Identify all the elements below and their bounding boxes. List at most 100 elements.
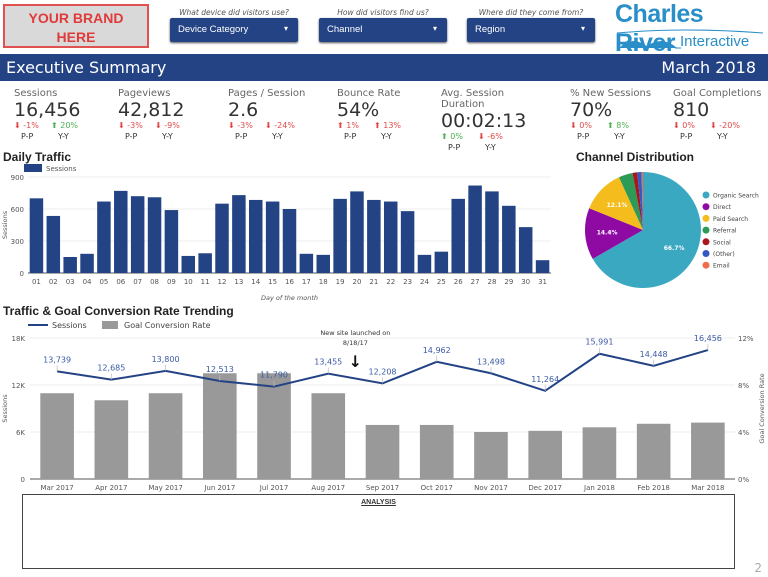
sessions-data-label: 16,456: [694, 334, 722, 343]
arrow-down-icon: ⬇: [673, 121, 680, 130]
bar-day-26: [451, 198, 465, 273]
channel-value: Channel: [327, 24, 363, 35]
bar-day-05: [97, 201, 111, 273]
kpi-pp-change: ⬆ 1%: [337, 121, 374, 130]
y2-tick-label: 4%: [738, 429, 749, 437]
x-tick-label: 23: [403, 278, 412, 286]
legend-marker-icon: [702, 250, 710, 257]
y-tick-label: 900: [11, 174, 24, 182]
kpi-value: 54%: [337, 99, 380, 121]
kpi-bounce-rate: Bounce Rate 54% ⬆ 1% ⬆ 13% P-P Y-Y: [337, 88, 442, 141]
legend-label: Paid Search: [713, 216, 748, 223]
bar-day-22: [383, 201, 398, 273]
kpi-yy-change: ⬇ -24%: [265, 121, 302, 130]
y-axis-title: Sessions: [1, 394, 9, 423]
x-tick-label: 11: [201, 278, 210, 286]
sessions-data-label: 13,455: [314, 358, 342, 367]
bar-day-29: [502, 205, 516, 273]
region-filter-question: Where did they come from?: [478, 8, 584, 17]
brand-placeholder: YOUR BRAND HERE: [3, 4, 149, 48]
x-tick-label: 03: [66, 278, 75, 286]
yy-label: Y-Y: [162, 132, 173, 141]
legend-label-sessions: Sessions: [46, 165, 77, 173]
brand-line-2: HERE: [56, 29, 96, 45]
x-tick-label: 01: [32, 278, 41, 286]
x-tick-label: 08: [150, 278, 159, 286]
y2-tick-label: 8%: [738, 382, 749, 390]
kpi-pageviews: Pageviews 42,812 ⬇ -3% ⬇ -9% P-P Y-Y: [118, 88, 223, 141]
bar-conversion-nov-2017: [474, 432, 508, 479]
pp-label: P-P: [125, 132, 138, 141]
x-tick-label: Feb 2018: [637, 484, 669, 492]
y-tick-label: 300: [11, 238, 24, 246]
bar-day-16: [282, 209, 297, 273]
x-tick-label: Jun 2017: [203, 484, 235, 492]
annotation-text: New site launched on: [320, 329, 390, 337]
pp-label: P-P: [448, 143, 461, 152]
y-tick-label: 6K: [16, 429, 25, 437]
yy-label: Y-Y: [614, 132, 625, 141]
sessions-data-label: 13,739: [43, 355, 71, 364]
kpi-value: 16,456: [14, 99, 81, 121]
bar-day-02: [46, 215, 61, 273]
x-tick-label: May 2017: [148, 484, 183, 492]
bar-day-28: [485, 191, 499, 273]
logo-subtitle: Interactive: [680, 33, 750, 50]
pie-slice-label: 66.7%: [664, 245, 685, 252]
kpi-value: 2.6: [228, 99, 259, 121]
x-tick-label: 15: [268, 278, 277, 286]
bar-day-17: [299, 253, 314, 273]
y-tick-label: 600: [11, 206, 24, 214]
analysis-box[interactable]: ANALYSIS: [22, 494, 735, 569]
kpi-pp-value: 1%: [346, 121, 359, 130]
arrow-up-icon: ⬆: [374, 121, 381, 130]
device-category-dropdown[interactable]: Device Category ▾: [170, 18, 298, 42]
kpi-yy-value: 13%: [383, 121, 402, 130]
arrow-down-icon: ⬇: [570, 121, 577, 130]
bar-conversion-jan-2018: [582, 427, 617, 479]
kpi-label: % New Sessions: [570, 88, 652, 99]
y-axis-title: Sessions: [1, 210, 9, 239]
x-tick-label: 16: [285, 278, 294, 286]
kpi-label: Pages / Session: [228, 88, 306, 99]
arrow-up-icon: ⬆: [51, 121, 58, 130]
bar-day-20: [350, 191, 364, 273]
x-tick-label: 29: [504, 278, 513, 286]
report-date: March 2018: [661, 58, 756, 77]
device-category-value: Device Category: [178, 24, 249, 35]
legend-label: Direct: [713, 204, 732, 211]
bar-conversion-mar-2018: [691, 422, 725, 479]
channel-dropdown[interactable]: Channel ▾: [319, 18, 447, 42]
chevron-down-icon: ▾: [432, 24, 437, 33]
bar-conversion-aug-2017: [311, 393, 346, 479]
bar-day-04: [80, 253, 94, 273]
yy-label: Y-Y: [58, 132, 69, 141]
analysis-heading: ANALYSIS: [361, 499, 396, 506]
yy-label: Y-Y: [272, 132, 283, 141]
legend-label: (Other): [713, 251, 735, 258]
kpi-yy-value: 20%: [60, 121, 79, 130]
kpi-pp-change: ⬇ 0%: [673, 121, 710, 130]
yy-label: Y-Y: [381, 132, 392, 141]
kpi-yy-value: -9%: [164, 121, 180, 130]
pp-label: P-P: [235, 132, 248, 141]
trending-chart: Sessions Goal Conversion Rate 0 0% 6K 4% 12K 8%…: [1, 321, 766, 492]
region-dropdown[interactable]: Region ▾: [467, 18, 595, 42]
bar-day-21: [367, 199, 381, 273]
kpi-pp-value: 0%: [450, 132, 463, 141]
x-tick-label: Sep 2017: [366, 484, 399, 492]
bar-day-07: [130, 196, 145, 273]
legend-label: Email: [713, 263, 730, 270]
kpi-label: Sessions: [14, 88, 58, 99]
arrow-down-icon: ↓: [349, 352, 362, 371]
x-tick-label: 17: [302, 278, 311, 286]
kpi-yy-value: 8%: [616, 121, 629, 130]
kpi-value: 00:02:13: [441, 110, 527, 132]
kpi-yy-value: -20%: [719, 121, 740, 130]
legend-marker-icon: [702, 226, 710, 234]
x-tick-label: Dec 2017: [528, 484, 562, 492]
legend-label: Social: [713, 239, 731, 246]
kpi-pp-change: ⬆ 0%: [441, 132, 478, 141]
kpi-avg-session-duration: Avg. Session Duration 00:02:13 ⬆ 0% ⬇ -6% P-…: [441, 88, 546, 152]
region-value: Region: [475, 24, 506, 35]
